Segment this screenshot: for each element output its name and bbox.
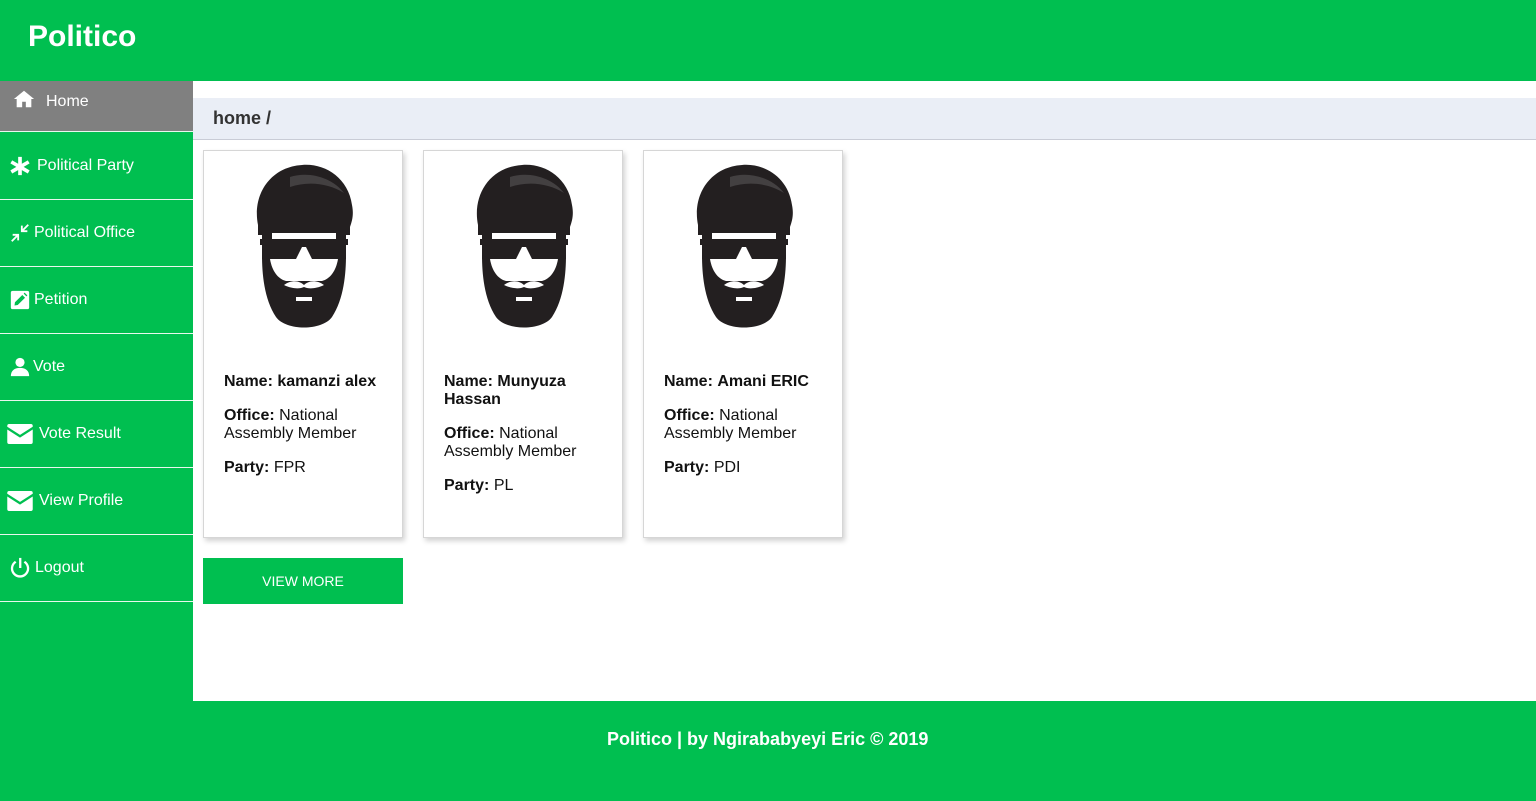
sidebar-item-logout[interactable]: Logout [0,535,193,602]
candidate-office: Office: National Assembly Member [444,425,609,461]
avatar [476,164,573,328]
name-label: Name: [444,373,493,390]
office-label: Office: [664,407,715,424]
office-label: Office: [224,407,275,424]
party-label: Party: [224,459,270,476]
sidebar-item-label: Political Party [37,157,134,174]
edit-icon [8,288,32,312]
sidebar-item-vote-result[interactable]: Vote Result [0,401,193,468]
candidate-office: Office: National Assembly Member [664,407,829,443]
sidebar-item-label: Home [46,93,89,110]
candidate-name: Name: Amani ERIC [664,373,829,391]
candidate-name: Name: kamanzi alex [224,373,389,391]
name-label: Name: [224,373,273,390]
sidebar-item-label: Petition [34,291,88,308]
sidebar-item-label: Political Office [34,224,136,241]
sidebar-item-vote[interactable]: Vote [0,334,193,401]
sidebar-item-petition[interactable]: Petition [0,267,193,334]
footer-text: Politico | by Ngirababyeyi Eric © 2019 [607,729,929,749]
candidate-info: Name: kamanzi alex Office: National Asse… [224,373,389,493]
breadcrumb: home / [193,98,1536,140]
sidebar-item-label: Vote Result [39,425,121,442]
office-label: Office: [444,425,495,442]
candidate-party: Party: FPR [224,459,389,477]
candidate-card[interactable]: Name: Amani ERIC Office: National Assemb… [643,150,843,538]
avatar [696,164,793,328]
envelope-icon [6,422,34,446]
avatar [256,164,353,328]
sidebar-item-political-party[interactable]: Political Party [0,133,193,200]
sidebar: Home Political Party Political Office Pe… [0,81,193,701]
candidate-info: Name: Munyuza Hassan Office: National As… [444,373,609,511]
candidate-party: Party: PDI [664,459,829,477]
candidate-info: Name: Amani ERIC Office: National Assemb… [664,373,829,493]
name-value: Amani ERIC [717,373,809,390]
name-label: Name: [664,373,713,390]
sidebar-item-label: Vote [33,358,66,375]
party-value: FPR [273,459,306,476]
candidate-office: Office: National Assembly Member [224,407,389,443]
asterisk-icon [8,154,32,178]
sidebar-item-view-profile[interactable]: View Profile [0,468,193,535]
user-icon [8,355,32,379]
sidebar-item-label: View Profile [39,492,124,509]
top-header: Politico [0,0,1536,81]
breadcrumb-text[interactable]: home / [213,108,271,129]
candidate-card[interactable]: Name: kamanzi alex Office: National Asse… [203,150,403,538]
sidebar-item-political-office[interactable]: Political Office [0,200,193,267]
home-icon [12,87,36,111]
party-value: PDI [713,459,741,476]
party-label: Party: [444,477,490,494]
name-value: kamanzi alex [277,373,377,390]
candidate-party: Party: PL [444,477,609,495]
app-title[interactable]: Politico [28,20,136,54]
power-icon [8,556,32,580]
envelope-icon [6,489,34,513]
party-label: Party: [664,459,710,476]
candidate-card[interactable]: Name: Munyuza Hassan Office: National As… [423,150,623,538]
sidebar-item-home[interactable]: Home [0,81,193,132]
footer: Politico | by Ngirababyeyi Eric © 2019 [0,701,1536,801]
candidate-name: Name: Munyuza Hassan [444,373,609,409]
view-more-button[interactable]: VIEW MORE [203,558,403,604]
sidebar-item-label: Logout [35,559,84,576]
party-value: PL [493,477,514,494]
compress-icon [8,221,32,245]
